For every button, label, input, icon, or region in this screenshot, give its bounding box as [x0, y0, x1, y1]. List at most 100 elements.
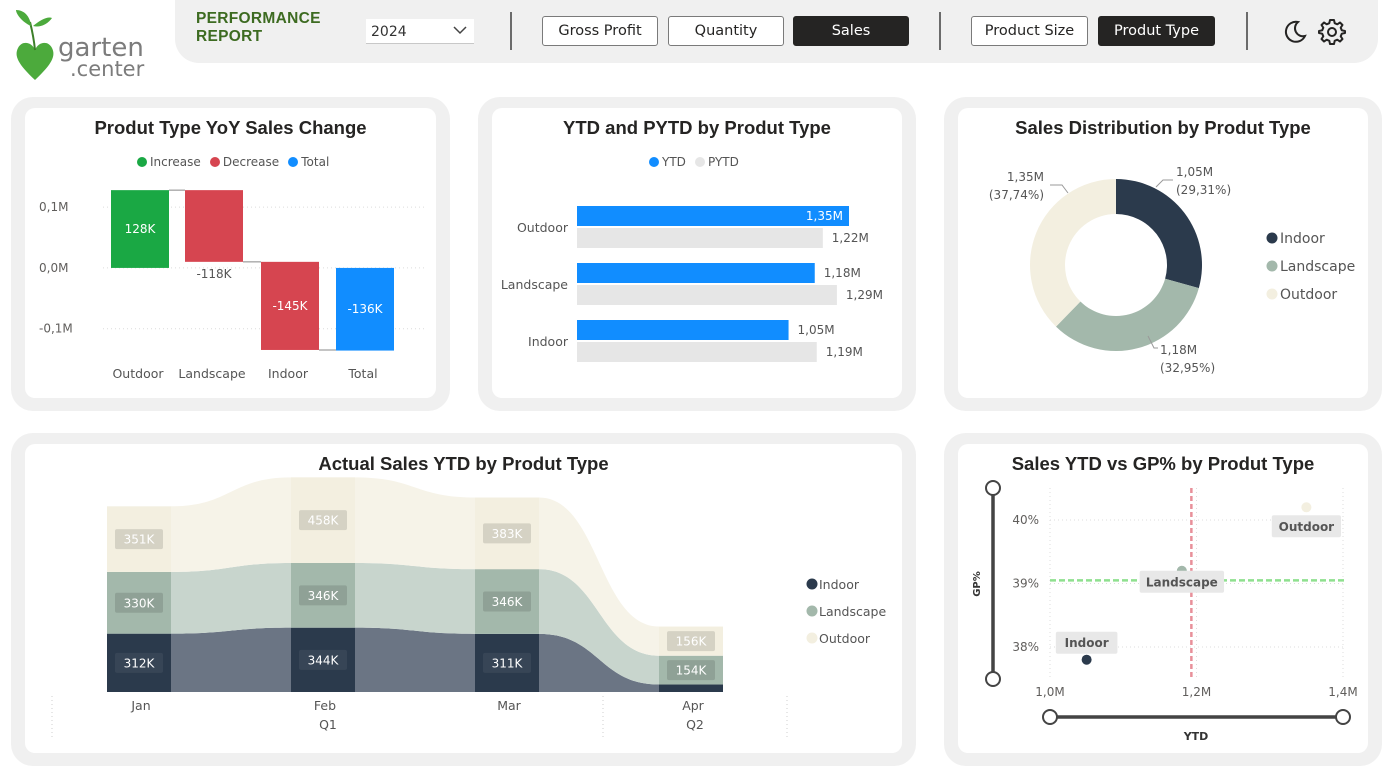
actual-sales-chart: 312K 344K 311K 330K 346K 346K 154K 351K 458K 383K…	[51, 477, 886, 740]
data-label: 1,18M	[824, 266, 861, 280]
data-label: -136K	[347, 302, 383, 316]
data-label: 1,29M	[846, 288, 883, 302]
page-title: PERFORMANCE REPORT	[196, 10, 321, 46]
gross-profit-button[interactable]: Gross Profit	[542, 16, 658, 46]
x-tick-label: Apr	[682, 698, 704, 713]
data-label: (37,74%)	[989, 188, 1044, 202]
gear-icon[interactable]	[1318, 18, 1346, 46]
data-label: (32,95%)	[1160, 361, 1215, 375]
legend-marker	[806, 605, 818, 617]
point-label: Landscape	[1146, 575, 1218, 589]
ribbon-landscape	[355, 562, 475, 634]
data-label: 156K	[676, 635, 708, 649]
data-label: 346K	[308, 589, 340, 603]
y-range-handle-top[interactable]	[985, 480, 1001, 496]
x-range-handle-right[interactable]	[1335, 709, 1351, 725]
y-tick-label: 0,1M	[39, 200, 68, 214]
data-label: 346K	[492, 595, 524, 609]
data-label: 312K	[124, 656, 156, 670]
distribution-card-inner: Sales Distribution by Produt Type 1,05M(…	[958, 108, 1368, 398]
waterfall-card-inner: Produt Type YoY Sales Change Increase De…	[25, 108, 436, 398]
leader-line	[1155, 179, 1173, 188]
y-tick-label: 40%	[1012, 513, 1039, 527]
actual-sales-card-inner: Actual Sales YTD by Produt Type 312K 344K…	[25, 444, 902, 753]
data-label: 311K	[492, 656, 524, 670]
ytd-bar-landscape	[577, 263, 815, 283]
quarter-label: Q1	[319, 717, 337, 732]
data-label: 128K	[125, 222, 157, 236]
legend-label: Indoor	[1280, 231, 1325, 247]
sales-button[interactable]: Sales	[793, 16, 909, 46]
legend-label: Landscape	[819, 604, 886, 619]
data-label: -118K	[196, 267, 232, 281]
ytd-bar-indoor	[577, 320, 789, 340]
x-tick-label: 1,2M	[1182, 685, 1211, 699]
data-label: 330K	[124, 596, 156, 610]
header-divider	[939, 12, 941, 50]
ribbon-outdoor	[355, 477, 475, 570]
data-label: 458K	[308, 514, 340, 528]
title-line-2: REPORT	[196, 28, 263, 45]
ytd-pytd-chart: Outdoor 1,35M 1,22M Landscape 1,18M 1,29M Indo…	[501, 206, 883, 362]
ribbon-outdoor	[171, 477, 291, 572]
x-tick-label: Indoor	[268, 366, 309, 381]
product-size-button[interactable]: Product Size	[971, 16, 1088, 46]
ribbon-indoor	[171, 627, 291, 692]
y-tick-label: -0,1M	[39, 322, 73, 336]
quantity-button[interactable]: Quantity	[668, 16, 784, 46]
point-label: Indoor	[1065, 636, 1109, 650]
x-tick-label: 1,0M	[1035, 685, 1064, 699]
data-label: 1,05M	[798, 323, 835, 337]
x-range-handle-left[interactable]	[1042, 709, 1058, 725]
header-divider	[1246, 12, 1248, 50]
distribution-chart: 1,05M (29,31%) 1,18M (32,95%) 1,35M (37,74%) I…	[989, 165, 1355, 375]
area-bar-indoor-apr	[659, 684, 723, 692]
quarter-label: Q2	[686, 717, 704, 732]
moon-icon[interactable]	[1281, 18, 1309, 46]
legend-marker	[1266, 288, 1278, 300]
scatter-card-inner: Sales YTD vs GP% by Produt Type 40% 39% 38…	[958, 444, 1368, 753]
product-type-button[interactable]: Produt Type	[1098, 16, 1215, 46]
year-value: 2024	[371, 24, 407, 40]
y-tick-label: Outdoor	[517, 220, 569, 235]
data-label: 1,19M	[826, 345, 863, 359]
y-tick-label: Indoor	[528, 334, 569, 349]
legend-label: Outdoor	[1280, 287, 1337, 303]
waterfall-chart: 0,1M 0,0M -0,1M 128K Outdoor -118K Landscape -1…	[39, 189, 427, 381]
scatter-chart: 40% 39% 38% 1,0M 1,2M 1,4M Indoor Landscape Outd…	[972, 480, 1358, 743]
logo-text-center: .center	[70, 57, 145, 81]
x-tick-label: Mar	[497, 698, 521, 713]
x-tick-label: Total	[347, 366, 377, 381]
legend-marker	[806, 578, 818, 590]
point-label: Outdoor	[1279, 520, 1335, 534]
pytd-bar-indoor	[577, 342, 817, 362]
y-axis-title: GP%	[972, 571, 983, 597]
x-tick-label: Jan	[130, 698, 150, 713]
x-tick-label: 1,4M	[1328, 685, 1357, 699]
data-label: 1,35M	[806, 209, 843, 223]
garten-center-logo: garten .center	[12, 6, 152, 82]
data-label: 1,18M	[1160, 343, 1197, 357]
scatter-point-indoor	[1081, 654, 1092, 665]
data-label: 154K	[676, 664, 708, 678]
year-dropdown[interactable]: 2024	[366, 19, 474, 44]
header-divider	[510, 12, 512, 50]
x-tick-label: Landscape	[178, 366, 245, 381]
data-label: 1,05M	[1176, 165, 1213, 179]
y-tick-label: 39%	[1012, 577, 1039, 591]
y-tick-label: 0,0M	[39, 261, 68, 275]
legend-label: Outdoor	[819, 631, 871, 646]
legend-marker	[806, 632, 818, 644]
legend-label: Landscape	[1280, 259, 1355, 275]
ytd-pytd-card-inner: YTD and PYTD by Produt Type YTD PYTD Out…	[492, 108, 902, 398]
pytd-bar-outdoor	[577, 228, 823, 248]
y-tick-label: 38%	[1012, 640, 1039, 654]
pytd-bar-landscape	[577, 285, 837, 305]
data-label: 1,22M	[832, 231, 869, 245]
legend-label: Indoor	[819, 577, 860, 592]
x-tick-label: Outdoor	[112, 366, 164, 381]
data-label: (29,31%)	[1176, 183, 1231, 197]
chevron-down-icon	[453, 26, 467, 35]
y-range-handle-bottom[interactable]	[985, 671, 1001, 687]
title-line-1: PERFORMANCE	[196, 10, 321, 27]
